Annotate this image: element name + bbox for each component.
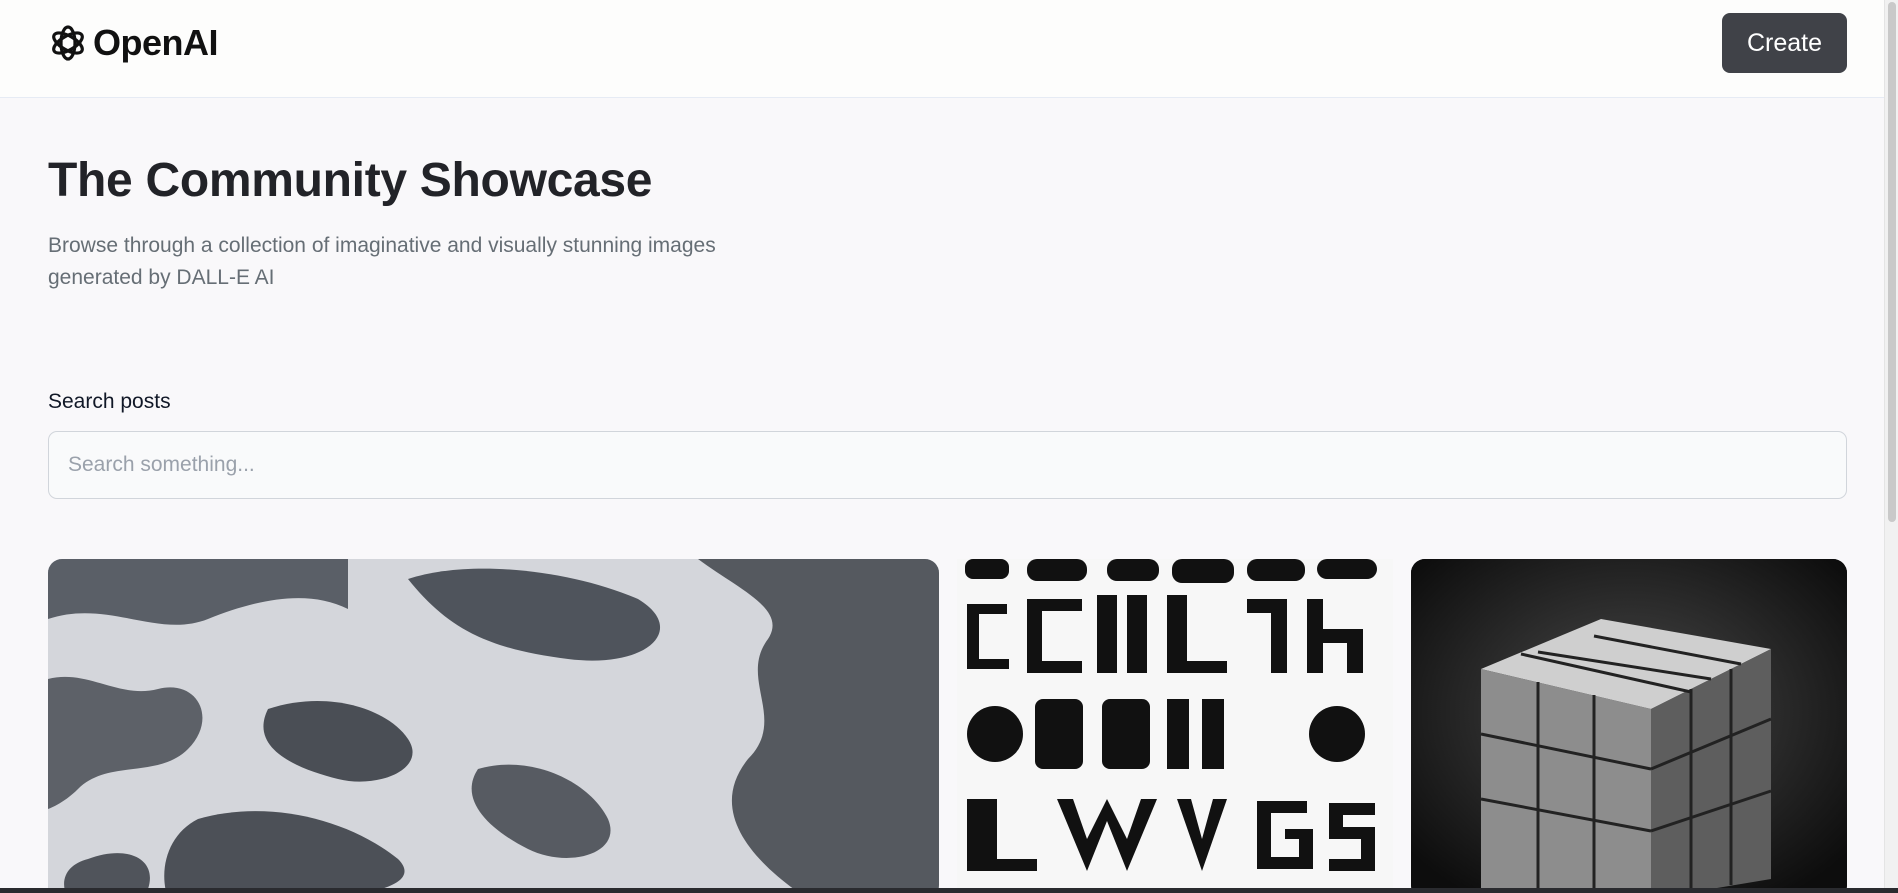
gallery-card-shoreline[interactable] bbox=[48, 559, 939, 893]
brand-name: OpenAI bbox=[93, 22, 219, 63]
page: OpenAI Create The Community Showcase Bro… bbox=[0, 0, 1898, 893]
glyphs-image bbox=[957, 559, 1393, 893]
search-input[interactable] bbox=[48, 431, 1847, 499]
shoreline-image bbox=[48, 559, 939, 893]
top-header: OpenAI Create bbox=[0, 0, 1898, 98]
gallery-card-glyphs[interactable] bbox=[957, 559, 1393, 893]
create-button[interactable]: Create bbox=[1722, 13, 1847, 73]
page-scrollbar[interactable] bbox=[1884, 0, 1898, 893]
openai-logo-icon bbox=[47, 22, 89, 64]
page-subtitle: Browse through a collection of imaginati… bbox=[48, 234, 716, 289]
page-title: The Community Showcase bbox=[48, 154, 653, 207]
search-label: Search posts bbox=[48, 390, 171, 413]
bottom-edge bbox=[0, 888, 1898, 893]
openai-logo[interactable]: OpenAI bbox=[47, 21, 219, 65]
scrollbar-thumb[interactable] bbox=[1888, 2, 1896, 522]
gallery-card-cube[interactable] bbox=[1411, 559, 1847, 893]
cube-image bbox=[1411, 559, 1847, 893]
